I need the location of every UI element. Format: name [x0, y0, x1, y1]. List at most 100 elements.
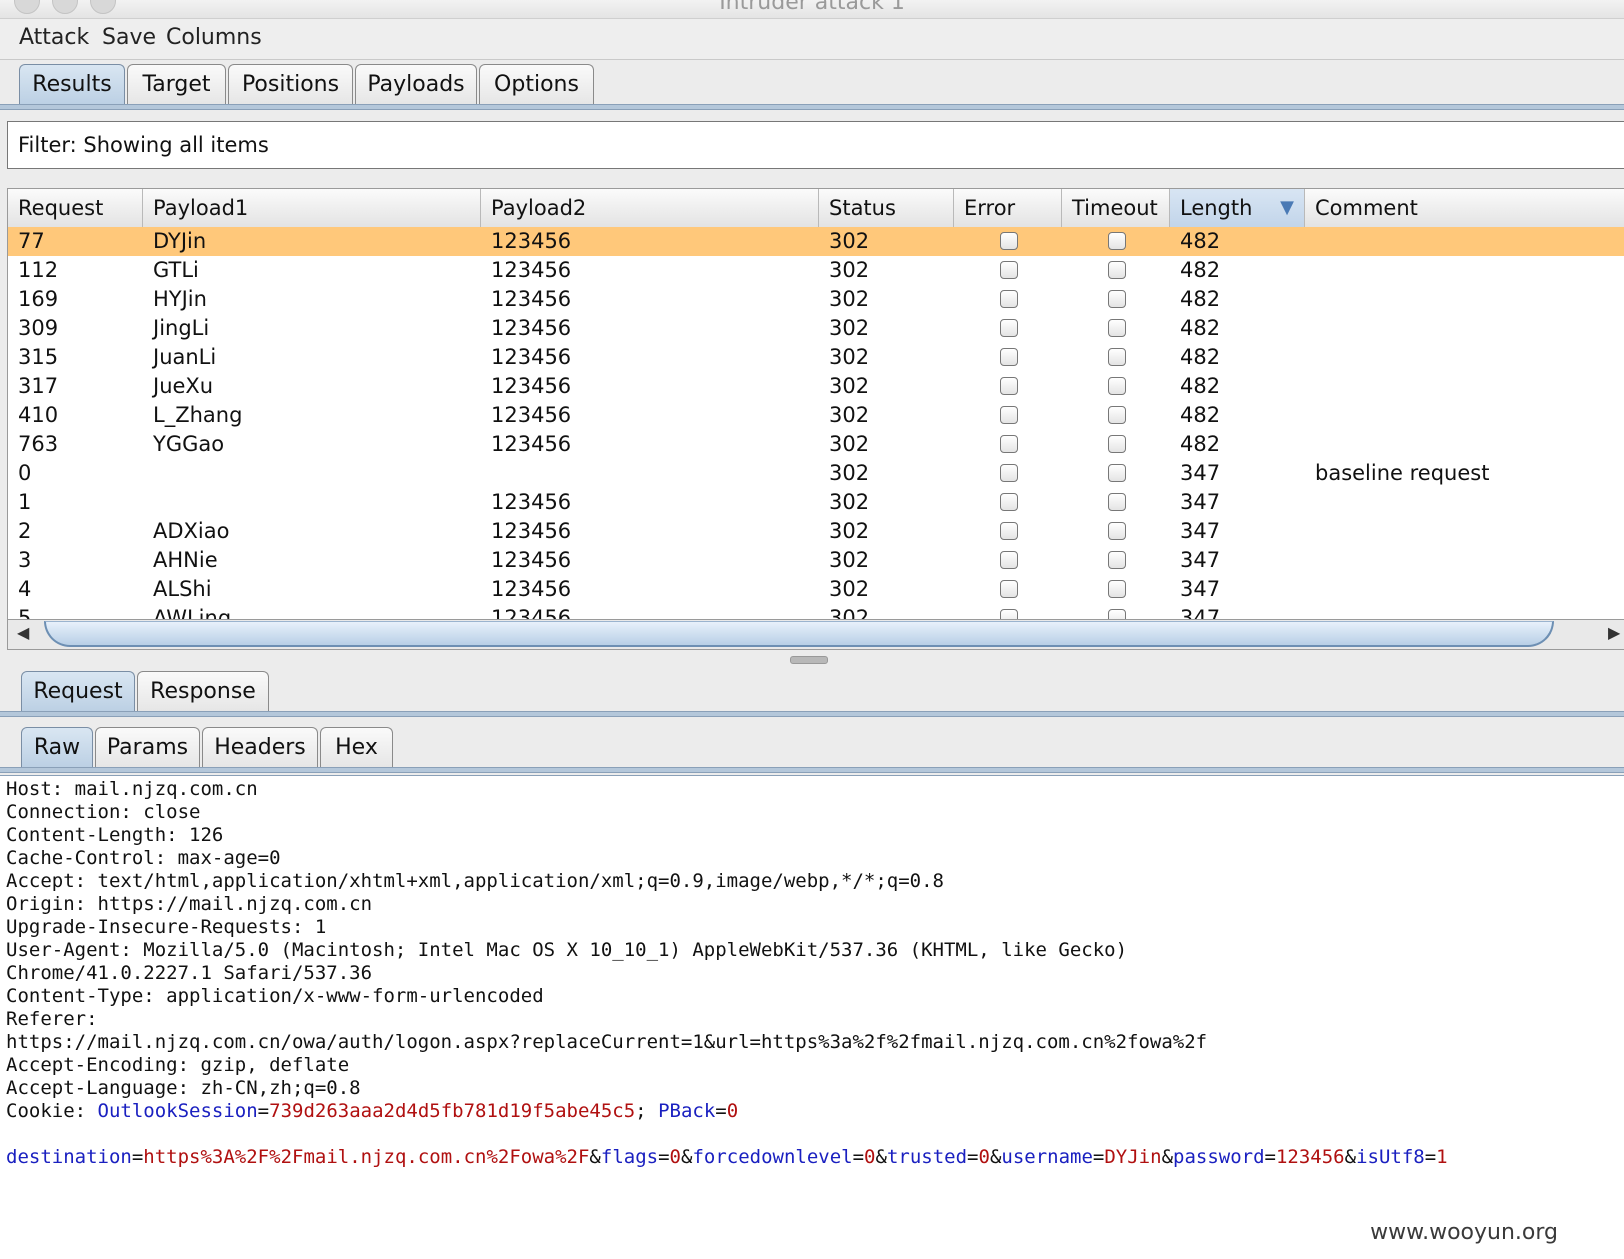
column-header-timeout[interactable]: Timeout: [1062, 189, 1170, 227]
error-checkbox[interactable]: [1000, 493, 1018, 511]
table-row[interactable]: 77 DYJin 123456 302 482: [8, 227, 1624, 256]
scroll-right-icon[interactable]: ▶: [1608, 623, 1620, 642]
filter-bar[interactable]: Filter: Showing all items: [7, 121, 1624, 169]
tab-payloads[interactable]: Payloads: [355, 64, 477, 104]
cell-status: 302: [829, 229, 870, 253]
cell-status: 302: [829, 519, 870, 543]
cell-request: 0: [18, 461, 32, 485]
timeout-checkbox[interactable]: [1108, 232, 1126, 250]
column-header-error[interactable]: Error: [954, 189, 1062, 227]
cell-length: 482: [1180, 258, 1221, 282]
timeout-checkbox[interactable]: [1108, 319, 1126, 337]
cell-payload1: [143, 459, 153, 488]
horizontal-scrollbar[interactable]: ◀ ▶: [7, 620, 1624, 650]
param-name: password: [1173, 1146, 1265, 1168]
tab-results[interactable]: Results: [19, 64, 125, 104]
table-row[interactable]: 4 ALShi 123456 302 347: [8, 575, 1624, 604]
error-checkbox[interactable]: [1000, 551, 1018, 569]
error-checkbox[interactable]: [1000, 377, 1018, 395]
table-row[interactable]: 309 JingLi 123456 302 482: [8, 314, 1624, 343]
timeout-checkbox[interactable]: [1108, 261, 1126, 279]
cookie-separator: ;: [635, 1100, 659, 1122]
cell-length: 347: [1180, 577, 1221, 601]
table-body: 77 DYJin 123456 302 482 112 GTLi 123456 302 482 16…: [8, 227, 1624, 619]
error-checkbox[interactable]: [1000, 290, 1018, 308]
menu-attack[interactable]: Attack: [19, 25, 89, 50]
table-row[interactable]: 5 AWLing 123456 302 347: [8, 604, 1624, 619]
cell-payload2: 123456: [491, 519, 572, 543]
timeout-checkbox[interactable]: [1108, 522, 1126, 540]
cell-request: 3: [18, 548, 32, 572]
column-header-payload1[interactable]: Payload1: [143, 189, 481, 227]
window-titlebar: Intruder attack 1: [0, 0, 1624, 19]
split-pane-handle[interactable]: [790, 656, 828, 664]
table-row[interactable]: 169 HYJin 123456 302 482: [8, 285, 1624, 314]
timeout-checkbox[interactable]: [1108, 493, 1126, 511]
table-row[interactable]: 2 ADXiao 123456 302 347: [8, 517, 1624, 546]
tab-positions[interactable]: Positions: [228, 64, 353, 104]
error-checkbox[interactable]: [1000, 406, 1018, 424]
tab-request[interactable]: Request: [21, 671, 135, 711]
error-checkbox[interactable]: [1000, 261, 1018, 279]
timeout-checkbox[interactable]: [1108, 464, 1126, 482]
body-line: destination=https%3A%2F%2Fmail.njzq.com.…: [6, 1146, 1448, 1169]
cell-status: 302: [829, 432, 870, 456]
param-value: 1: [1436, 1146, 1448, 1168]
table-row[interactable]: 0 302 347 baseline request: [8, 459, 1624, 488]
table-row[interactable]: 763 YGGao 123456 302 482: [8, 430, 1624, 459]
column-header-request[interactable]: Request: [8, 189, 143, 227]
error-checkbox[interactable]: [1000, 232, 1018, 250]
menu-columns[interactable]: Columns: [166, 25, 262, 50]
menu-save[interactable]: Save: [102, 25, 156, 50]
tab-params[interactable]: Params: [95, 727, 200, 767]
timeout-checkbox[interactable]: [1108, 551, 1126, 569]
column-header-payload2[interactable]: Payload2: [481, 189, 819, 227]
table-row[interactable]: 112 GTLi 123456 302 482: [8, 256, 1624, 285]
cookie-value: 0: [726, 1100, 739, 1122]
error-checkbox[interactable]: [1000, 522, 1018, 540]
tab-target[interactable]: Target: [127, 64, 226, 104]
error-checkbox[interactable]: [1000, 319, 1018, 337]
table-row[interactable]: 317 JueXu 123456 302 482: [8, 372, 1624, 401]
column-header-length-label: Length: [1180, 196, 1253, 220]
raw-request-editor[interactable]: www.wooyun.org Host: mail.njzq.com.cn Con…: [0, 775, 1624, 1259]
error-checkbox[interactable]: [1000, 609, 1018, 619]
timeout-checkbox[interactable]: [1108, 406, 1126, 424]
tab-raw[interactable]: Raw: [21, 727, 93, 767]
column-header-status[interactable]: Status: [819, 189, 954, 227]
timeout-checkbox[interactable]: [1108, 348, 1126, 366]
table-row[interactable]: 315 JuanLi 123456 302 482: [8, 343, 1624, 372]
timeout-checkbox[interactable]: [1108, 290, 1126, 308]
scroll-left-icon[interactable]: ◀: [17, 623, 29, 642]
param-separator: &: [589, 1146, 601, 1168]
cell-length: 347: [1180, 548, 1221, 572]
column-header-comment[interactable]: Comment: [1305, 189, 1624, 227]
tab-options[interactable]: Options: [479, 64, 594, 104]
param-value: 123456: [1275, 1146, 1345, 1168]
tab-response[interactable]: Response: [137, 671, 269, 711]
cell-length: 347: [1180, 490, 1221, 514]
timeout-checkbox[interactable]: [1108, 580, 1126, 598]
view-tab-strip: Raw Params Headers Hex: [0, 723, 1624, 769]
tab-hex[interactable]: Hex: [320, 727, 393, 767]
cell-comment: [1305, 546, 1315, 575]
cell-payload1: JueXu: [153, 374, 214, 398]
column-header-length[interactable]: Length ▼: [1170, 189, 1305, 227]
param-name: forcedownlevel: [692, 1146, 853, 1168]
param-equals: =: [1424, 1146, 1437, 1168]
cell-payload1: ALShi: [153, 577, 212, 601]
error-checkbox[interactable]: [1000, 580, 1018, 598]
timeout-checkbox[interactable]: [1108, 377, 1126, 395]
cell-comment: [1305, 256, 1315, 285]
tab-headers[interactable]: Headers: [202, 727, 318, 767]
error-checkbox[interactable]: [1000, 435, 1018, 453]
cell-comment: [1305, 227, 1315, 256]
timeout-checkbox[interactable]: [1108, 609, 1126, 619]
scrollbar-thumb[interactable]: [44, 621, 1554, 647]
table-row[interactable]: 410 L_Zhang 123456 302 482: [8, 401, 1624, 430]
table-row[interactable]: 1 123456 302 347: [8, 488, 1624, 517]
error-checkbox[interactable]: [1000, 348, 1018, 366]
table-row[interactable]: 3 AHNie 123456 302 347: [8, 546, 1624, 575]
timeout-checkbox[interactable]: [1108, 435, 1126, 453]
error-checkbox[interactable]: [1000, 464, 1018, 482]
